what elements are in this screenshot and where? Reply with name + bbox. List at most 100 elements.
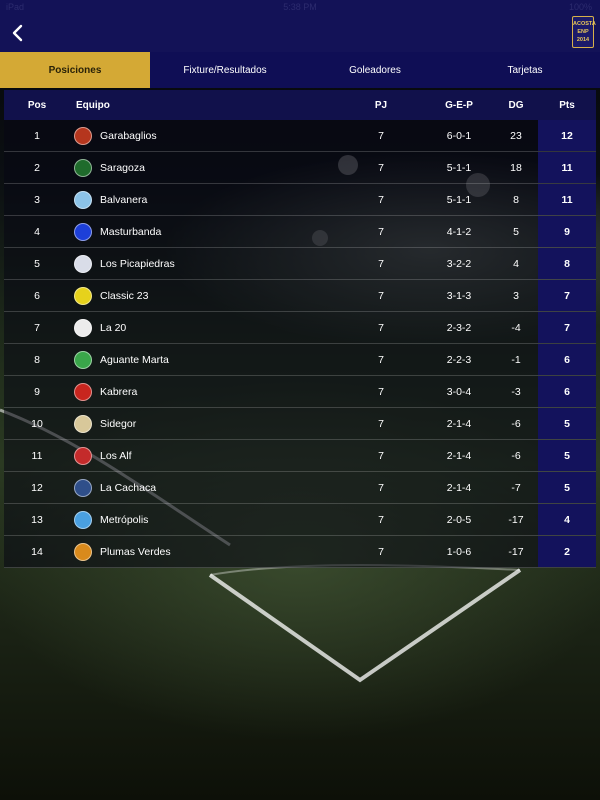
- row-position: 12: [31, 481, 43, 494]
- row-team: Los Picapiedras: [70, 254, 338, 273]
- row-record: 1-0-6: [446, 545, 472, 558]
- row-position: 11: [31, 449, 43, 462]
- tab-posiciones[interactable]: Posiciones: [0, 52, 150, 88]
- team-crest-icon: [74, 126, 92, 145]
- team-name: Metrópolis: [100, 513, 149, 526]
- team-name: Garabaglios: [100, 129, 157, 142]
- row-team: Los Alf: [70, 446, 338, 465]
- row-record: 6-0-1: [446, 129, 472, 142]
- table-row[interactable]: 13 Metrópolis 7 2-0-5 -17 4: [4, 504, 596, 536]
- row-record: 2-1-4: [446, 481, 472, 494]
- table-row[interactable]: 10 Sidegor 7 2-1-4 -6 5: [4, 408, 596, 440]
- team-name: Sidegor: [100, 417, 137, 430]
- header-dg: DG: [508, 99, 524, 111]
- row-record: 4-1-2: [446, 225, 472, 238]
- tab-tarjetas[interactable]: Tarjetas: [450, 52, 600, 88]
- row-goal-difference: -3: [511, 385, 521, 398]
- team-name: Balvanera: [100, 193, 148, 206]
- team-name: Saragoza: [100, 161, 145, 174]
- table-row[interactable]: 6 Classic 23 7 3-1-3 3 7: [4, 280, 596, 312]
- row-points: 12: [538, 120, 596, 151]
- logo-line-2: ENP: [577, 29, 589, 35]
- row-points: 7: [538, 312, 596, 343]
- row-points: 6: [538, 376, 596, 407]
- table-row[interactable]: 12 La Cachaca 7 2-1-4 -7 5: [4, 472, 596, 504]
- team-crest-icon: [74, 318, 92, 337]
- row-goal-difference: 5: [513, 225, 519, 238]
- row-played: 7: [378, 417, 384, 430]
- team-crest-icon: [74, 158, 92, 177]
- battery-level: 100%: [568, 2, 592, 12]
- row-position: 13: [31, 513, 43, 526]
- table-row[interactable]: 1 Garabaglios 7 6-0-1 23 12: [4, 120, 596, 152]
- team-name: Classic 23: [100, 289, 149, 302]
- row-position: 10: [31, 417, 43, 430]
- tab-goleadores[interactable]: Goleadores: [300, 52, 450, 88]
- table-body: 1 Garabaglios 7 6-0-1 23 12 2 Saragoza 7 5-1-1 18 1…: [4, 120, 596, 568]
- row-points: 4: [538, 504, 596, 535]
- row-position: 9: [34, 385, 40, 398]
- team-crest-icon: [74, 350, 92, 369]
- row-position: 7: [34, 321, 40, 334]
- team-crest-icon: [74, 286, 92, 305]
- table-row[interactable]: 14 Plumas Verdes 7 1-0-6 -17 2: [4, 536, 596, 568]
- row-record: 2-1-4: [446, 449, 472, 462]
- row-record: 3-2-2: [446, 257, 472, 270]
- table-row[interactable]: 9 Kabrera 7 3-0-4 -3 6: [4, 376, 596, 408]
- header-pos: Pos: [27, 99, 47, 111]
- row-played: 7: [378, 321, 384, 334]
- table-row[interactable]: 8 Aguante Marta 7 2-2-3 -1 6: [4, 344, 596, 376]
- row-goal-difference: -17: [508, 513, 524, 526]
- row-record: 2-0-5: [446, 513, 472, 526]
- clock: 5:38 PM: [283, 2, 317, 12]
- row-position: 5: [34, 257, 40, 270]
- team-name: La 20: [100, 321, 127, 334]
- row-record: 3-0-4: [446, 385, 472, 398]
- row-points: 6: [538, 344, 596, 375]
- row-played: 7: [378, 257, 384, 270]
- row-goal-difference: -4: [511, 321, 521, 334]
- team-name: Plumas Verdes: [100, 545, 171, 558]
- row-team: Saragoza: [70, 158, 338, 177]
- row-position: 14: [31, 545, 43, 558]
- table-row[interactable]: 7 La 20 7 2-3-2 -4 7: [4, 312, 596, 344]
- table-row[interactable]: 3 Balvanera 7 5-1-1 8 11: [4, 184, 596, 216]
- team-crest-icon: [74, 478, 92, 497]
- row-team: Aguante Marta: [70, 350, 338, 369]
- row-played: 7: [378, 129, 384, 142]
- table-row[interactable]: 2 Saragoza 7 5-1-1 18 11: [4, 152, 596, 184]
- row-position: 6: [34, 289, 40, 302]
- table-row[interactable]: 4 Masturbanda 7 4-1-2 5 9: [4, 216, 596, 248]
- row-goal-difference: 23: [510, 129, 522, 142]
- row-played: 7: [378, 513, 384, 526]
- row-goal-difference: 8: [513, 193, 519, 206]
- logo-line-3: 2014: [576, 37, 590, 43]
- team-crest-icon: [74, 254, 92, 273]
- chevron-left-icon: [12, 24, 23, 42]
- row-team: Garabaglios: [70, 126, 338, 145]
- row-team: Plumas Verdes: [70, 542, 338, 561]
- row-points: 5: [538, 472, 596, 503]
- team-name: Los Alf: [100, 449, 132, 462]
- row-team: Sidegor: [70, 414, 338, 433]
- row-team: La 20: [70, 318, 338, 337]
- team-name: Masturbanda: [100, 225, 162, 238]
- header-gep: G-E-P: [445, 99, 473, 111]
- row-team: La Cachaca: [70, 478, 338, 497]
- standings-table: Pos Equipo PJ G-E-P DG Pts 1 Garabaglios 7…: [4, 90, 596, 568]
- tab-bar: Posiciones Fixture/Resultados Goleadores…: [0, 52, 600, 88]
- back-button[interactable]: [4, 20, 30, 46]
- table-row[interactable]: 5 Los Picapiedras 7 3-2-2 4 8: [4, 248, 596, 280]
- row-record: 2-3-2: [446, 321, 472, 334]
- header-pj: PJ: [374, 99, 388, 111]
- row-position: 4: [34, 225, 40, 238]
- tab-fixture-resultados[interactable]: Fixture/Resultados: [150, 52, 300, 88]
- logo-line-1: ACOSTA: [573, 21, 596, 27]
- team-crest-icon: [74, 414, 92, 433]
- row-played: 7: [378, 193, 384, 206]
- table-row[interactable]: 11 Los Alf 7 2-1-4 -6 5: [4, 440, 596, 472]
- team-crest-icon: [74, 222, 92, 241]
- row-played: 7: [378, 161, 384, 174]
- row-played: 7: [378, 353, 384, 366]
- row-position: 2: [34, 161, 40, 174]
